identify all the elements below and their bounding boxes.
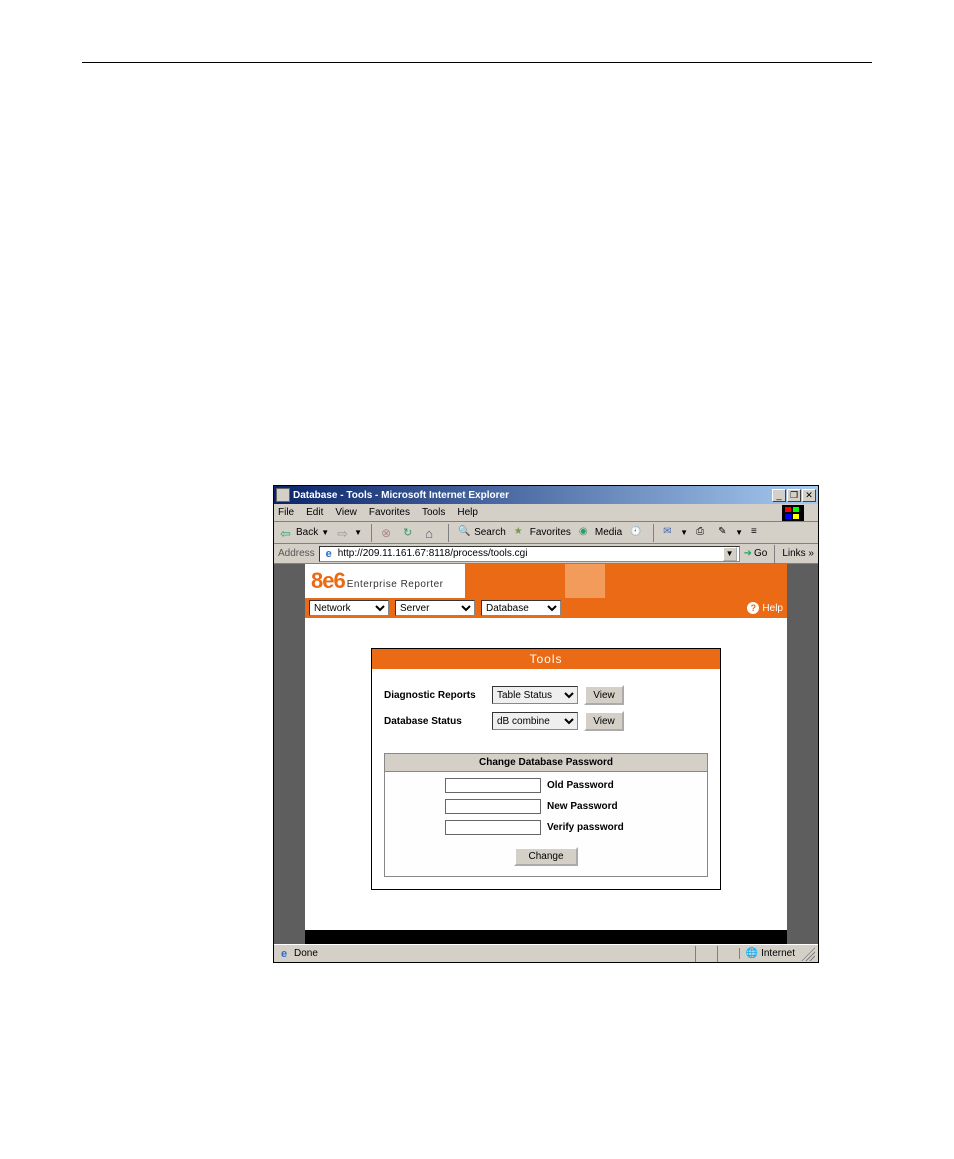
dbstatus-row: Database Status dB combine View [384, 711, 708, 731]
verify-password-label: Verify password [547, 822, 647, 833]
stop-icon [381, 526, 395, 540]
forward-button[interactable]: ▼ [335, 526, 364, 540]
chevron-down-icon[interactable]: ▼ [680, 528, 688, 537]
links-button[interactable]: Links » [782, 548, 814, 559]
titlebar[interactable]: Database - Tools - Microsoft Internet Ex… [274, 486, 818, 504]
panel-title: Tools [372, 649, 720, 669]
diagnostic-select[interactable]: Table Status [492, 686, 578, 704]
app-header: 8e6 Enterprise Reporter [305, 564, 787, 598]
brand-logo: 8e6 [311, 568, 345, 594]
menu-tools[interactable]: Tools [422, 507, 445, 518]
tools-panel: Tools Diagnostic Reports Table Status Vi… [371, 648, 721, 890]
address-label: Address [278, 548, 315, 559]
brand-subtitle: Enterprise Reporter [347, 579, 444, 590]
toolbar: Back▼ ▼ Search Favorites Media ▼ ▼ [274, 522, 818, 544]
menu-file[interactable]: File [278, 507, 294, 518]
verify-password-input[interactable] [445, 820, 541, 835]
edit-icon [718, 526, 732, 540]
diagnostic-view-button[interactable]: View [584, 685, 624, 705]
nav-row: Network Server Database Help [305, 598, 787, 618]
home-icon [425, 526, 439, 540]
diagnostic-label: Diagnostic Reports [384, 690, 492, 701]
favorites-icon [514, 526, 528, 540]
print-button[interactable] [694, 526, 712, 540]
resize-grip-icon[interactable] [801, 947, 815, 961]
address-url: http://209.11.161.67:8118/process/tools.… [338, 548, 723, 559]
page-icon [322, 547, 336, 561]
password-box: Change Database Password Old Password Ne… [384, 753, 708, 877]
ie-icon [276, 488, 290, 502]
old-password-label: Old Password [547, 780, 647, 791]
page-content: 8e6 Enterprise Reporter Network Server D… [305, 564, 787, 944]
close-button[interactable]: ✕ [802, 489, 816, 502]
statusbar: Done Internet [274, 944, 818, 962]
search-icon [458, 526, 472, 540]
menu-view[interactable]: View [335, 507, 357, 518]
edit-button[interactable]: ▼ [716, 526, 745, 540]
mail-button[interactable]: ▼ [661, 526, 690, 540]
menu-edit[interactable]: Edit [306, 507, 323, 518]
favorites-button[interactable]: Favorites [512, 526, 573, 540]
refresh-button[interactable] [401, 526, 419, 540]
nav-server-select[interactable]: Server [395, 600, 475, 616]
media-button[interactable]: Media [577, 526, 624, 540]
menu-help[interactable]: Help [457, 507, 478, 518]
discuss-icon [751, 526, 765, 540]
go-button[interactable]: Go [744, 548, 768, 559]
dbstatus-select[interactable]: dB combine [492, 712, 578, 730]
history-button[interactable] [628, 526, 646, 540]
diagnostic-row: Diagnostic Reports Table Status View [384, 685, 708, 705]
nav-database-select[interactable]: Database [481, 600, 561, 616]
mail-icon [663, 526, 677, 540]
help-link[interactable]: Help [747, 602, 783, 614]
back-icon [280, 526, 294, 540]
search-button[interactable]: Search [456, 526, 508, 540]
footer-strip [305, 930, 787, 944]
dbstatus-label: Database Status [384, 716, 492, 727]
window-title: Database - Tools - Microsoft Internet Ex… [293, 490, 772, 501]
media-icon [579, 526, 593, 540]
address-input[interactable]: http://209.11.161.67:8118/process/tools.… [319, 546, 740, 562]
new-password-label: New Password [547, 801, 647, 812]
windows-logo-icon [782, 505, 804, 521]
menubar: File Edit View Favorites Tools Help [274, 504, 818, 522]
status-text: Done [294, 948, 318, 959]
browser-window: Database - Tools - Microsoft Internet Ex… [273, 485, 819, 963]
change-button[interactable]: Change [514, 847, 577, 866]
nav-network-select[interactable]: Network [309, 600, 389, 616]
status-cell [717, 946, 739, 962]
discuss-button[interactable] [749, 526, 767, 540]
status-cell [695, 946, 717, 962]
maximize-button[interactable]: ❐ [787, 489, 801, 502]
chevron-down-icon[interactable]: ▼ [735, 528, 743, 537]
minimize-button[interactable]: _ [772, 489, 786, 502]
refresh-icon [403, 526, 417, 540]
address-dropdown-icon[interactable]: ▼ [723, 547, 737, 561]
back-button[interactable]: Back▼ [278, 526, 331, 540]
status-page-icon [277, 947, 291, 961]
chevron-down-icon[interactable]: ▼ [321, 528, 329, 537]
forward-icon [337, 526, 351, 540]
history-icon [630, 526, 644, 540]
new-password-input[interactable] [445, 799, 541, 814]
stop-button[interactable] [379, 526, 397, 540]
home-button[interactable] [423, 526, 441, 540]
old-password-input[interactable] [445, 778, 541, 793]
security-zone: Internet [739, 948, 801, 959]
viewport: 8e6 Enterprise Reporter Network Server D… [274, 564, 818, 944]
chevron-down-icon[interactable]: ▼ [354, 528, 362, 537]
dbstatus-view-button[interactable]: View [584, 711, 624, 731]
menu-favorites[interactable]: Favorites [369, 507, 410, 518]
print-icon [696, 526, 710, 540]
password-title: Change Database Password [385, 754, 707, 772]
address-bar: Address http://209.11.161.67:8118/proces… [274, 544, 818, 564]
